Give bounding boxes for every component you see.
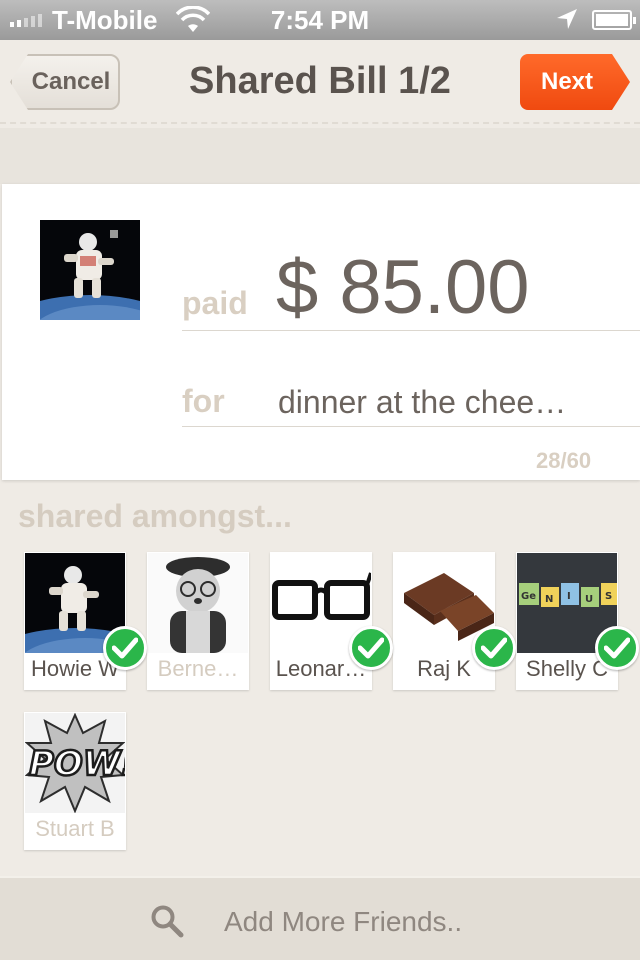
status-time: 7:54 PM bbox=[270, 5, 370, 35]
svg-text:POW!: POW! bbox=[29, 744, 125, 784]
friend-tile[interactable]: POW! Stuart B bbox=[24, 712, 126, 850]
nav-bar: Cancel Shared Bill 1/2 Next bbox=[0, 40, 640, 124]
svg-text:N: N bbox=[545, 594, 553, 605]
selected-check-icon bbox=[595, 626, 639, 670]
location-icon bbox=[557, 9, 577, 29]
status-bar: T-Mobile 7:54 PM bbox=[0, 0, 640, 40]
selected-check-icon bbox=[472, 626, 516, 670]
amount-input[interactable]: $ 85.00 bbox=[276, 244, 530, 331]
next-button[interactable]: Next bbox=[520, 54, 630, 110]
amount-divider bbox=[182, 330, 640, 331]
selected-check-icon bbox=[349, 626, 393, 670]
friend-tile[interactable]: Raj K bbox=[393, 552, 495, 690]
svg-text:S: S bbox=[605, 591, 612, 602]
friend-tile[interactable]: Berne… bbox=[147, 552, 249, 690]
friend-avatar: POW! bbox=[25, 713, 125, 813]
search-icon bbox=[151, 905, 184, 938]
svg-text:I: I bbox=[567, 591, 571, 602]
selected-check-icon bbox=[103, 626, 147, 670]
description-input[interactable]: dinner at the chee… bbox=[278, 384, 566, 421]
description-divider bbox=[182, 426, 640, 427]
svg-text:Ge: Ge bbox=[521, 591, 536, 602]
friend-tile[interactable]: Howie W bbox=[24, 552, 126, 690]
for-label: for bbox=[182, 383, 225, 419]
payer-avatar[interactable] bbox=[40, 220, 140, 320]
friend-tile[interactable]: Ge N I U S Shelly C bbox=[516, 552, 618, 690]
friend-name: Stuart B bbox=[35, 816, 115, 841]
battery-icon bbox=[592, 10, 636, 30]
paid-label: paid bbox=[182, 285, 248, 321]
friend-tile[interactable]: Leonar… bbox=[270, 552, 372, 690]
add-more-friends-label: Add More Friends.. bbox=[224, 906, 463, 937]
friend-name: Berne… bbox=[157, 656, 239, 681]
add-friends-bar[interactable]: Add More Friends.. bbox=[0, 876, 640, 960]
character-counter: 28/60 bbox=[536, 448, 592, 473]
friend-avatar bbox=[148, 553, 248, 653]
svg-text:U: U bbox=[585, 594, 593, 605]
shared-amongst-label: shared amongst... bbox=[18, 498, 292, 534]
header-band bbox=[0, 128, 640, 184]
